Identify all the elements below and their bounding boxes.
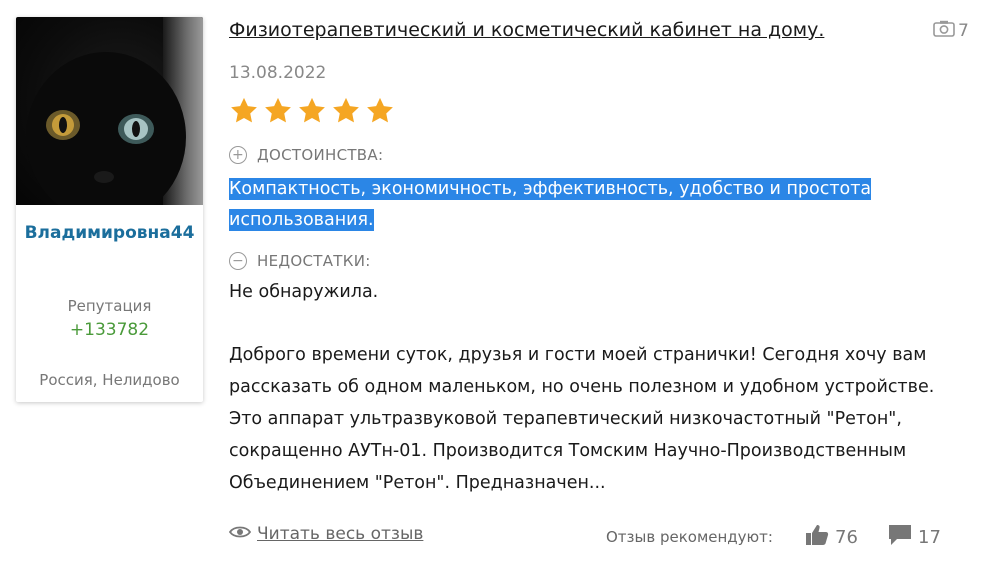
thumbs-up-icon — [805, 524, 829, 551]
cons-label: − НЕДОСТАТКИ: — [229, 252, 371, 270]
cons-text: Не обнаружила. — [229, 282, 379, 302]
rating-stars — [229, 96, 395, 126]
plus-icon: + — [229, 146, 247, 164]
user-location: Россия, Нелидово — [39, 371, 180, 389]
pros-text: Компактность, экономичность, эффективнос… — [229, 174, 949, 236]
photo-count[interactable]: 7 — [933, 20, 969, 42]
star-icon — [265, 97, 291, 123]
username[interactable]: Владимировна44 — [16, 220, 203, 246]
minus-icon: − — [229, 252, 247, 270]
eye-icon — [228, 524, 252, 544]
comments-count: 17 — [918, 527, 941, 548]
star-icon — [231, 97, 257, 123]
reputation-value: +133782 — [69, 320, 150, 340]
likes-count: 76 — [835, 527, 858, 548]
review-title[interactable]: Физиотерапевтический и косметический каб… — [229, 19, 824, 41]
read-full-review-label[interactable]: Читать весь отзыв — [257, 524, 423, 544]
pros-label: + ДОСТОИНСТВА: — [229, 146, 383, 164]
review-date: 13.08.2022 — [229, 63, 327, 83]
review-body: Доброго времени суток, друзья и гости мо… — [229, 345, 935, 493]
comments-button[interactable]: 17 — [888, 524, 941, 551]
avatar[interactable] — [16, 17, 203, 205]
recommend-label: Отзыв рекомендуют: — [606, 528, 773, 546]
reputation-label: Репутация — [67, 297, 152, 315]
star-icon — [299, 97, 325, 123]
photo-count-value: 7 — [958, 21, 969, 41]
user-card: Владимировна44 Репутация +133782 Россия,… — [16, 17, 203, 402]
star-icon — [367, 97, 393, 123]
pros-text-highlighted: Компактность, экономичность, эффективнос… — [229, 178, 872, 231]
likes-button[interactable]: 76 — [805, 524, 858, 551]
camera-icon — [933, 20, 955, 42]
comment-icon — [888, 524, 912, 551]
pros-label-text: ДОСТОИНСТВА: — [257, 146, 384, 164]
read-full-review-link[interactable]: Читать весь отзыв — [228, 524, 423, 544]
cons-label-text: НЕДОСТАТКИ: — [257, 252, 371, 270]
star-icon — [333, 97, 359, 123]
